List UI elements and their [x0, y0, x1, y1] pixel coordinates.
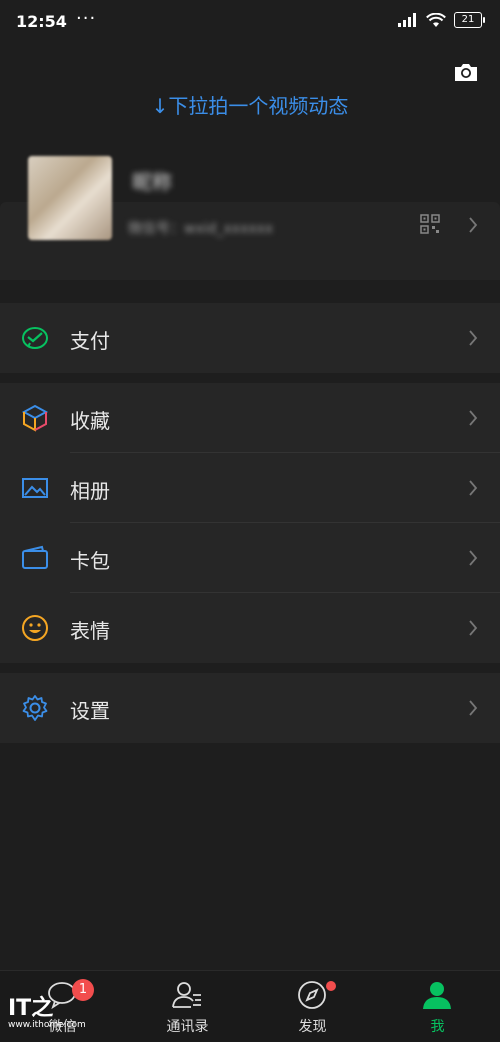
- pay-icon: [22, 327, 48, 349]
- contacts-icon: [172, 982, 201, 1008]
- watermark-logo: IT之: [8, 996, 54, 1021]
- status-more-dots: ···: [76, 8, 97, 29]
- profile-header[interactable]: 昵称 微信号：wxid_xxxxxx: [0, 150, 500, 280]
- profile-nickname: 昵称: [132, 170, 172, 194]
- menu-item-cards[interactable]: 卡包: [0, 523, 500, 593]
- chevron-right-icon: [469, 550, 478, 566]
- menu-group-settings: 设置: [0, 673, 500, 743]
- person-icon: [423, 982, 451, 1009]
- status-time: 12:54: [16, 12, 67, 31]
- compass-icon: [298, 981, 326, 1009]
- chevron-right-icon: [469, 217, 478, 233]
- menu-group-pay: 支付: [0, 303, 500, 373]
- cube-icon: [21, 404, 49, 432]
- tab-discover[interactable]: 发现: [250, 971, 375, 1042]
- new-dot-indicator: [326, 981, 336, 991]
- menu-item-label: 卡包: [70, 549, 110, 573]
- wifi-icon: [426, 12, 446, 27]
- menu-item-label: 收藏: [70, 409, 110, 433]
- menu-item-settings[interactable]: 设置: [0, 673, 500, 743]
- camera-icon[interactable]: [452, 58, 480, 86]
- tab-label: 通讯录: [166, 1019, 209, 1035]
- wallet-icon: [22, 545, 48, 569]
- tab-me[interactable]: 我: [375, 971, 500, 1042]
- chevron-right-icon: [469, 480, 478, 496]
- menu-item-label: 设置: [70, 699, 110, 723]
- ithome-watermark: IT之 www.ithome.com: [8, 996, 86, 1031]
- watermark-site: www.ithome.com: [8, 1020, 86, 1030]
- profile-wechat-id: 微信号：wxid_xxxxxx: [128, 221, 274, 237]
- battery-icon: 21: [454, 12, 485, 28]
- smiley-icon: [22, 615, 48, 641]
- chevron-right-icon: [469, 410, 478, 426]
- tab-label: 发现: [298, 1019, 327, 1035]
- chevron-right-icon: [469, 330, 478, 346]
- menu-item-pay[interactable]: 支付: [0, 303, 500, 373]
- pull-down-hint[interactable]: ↓下拉拍一个视频动态: [0, 90, 500, 119]
- gear-icon: [22, 695, 48, 721]
- signal-icon: [398, 13, 416, 27]
- chevron-right-icon: [469, 620, 478, 636]
- avatar[interactable]: [28, 156, 112, 240]
- chevron-right-icon: [469, 700, 478, 716]
- menu-item-stickers[interactable]: 表情: [0, 593, 500, 663]
- tab-contacts[interactable]: 通讯录: [125, 971, 250, 1042]
- menu-item-label: 相册: [70, 479, 110, 503]
- status-right: 21: [398, 12, 485, 28]
- menu-item-album[interactable]: 相册: [0, 453, 500, 523]
- menu-item-favorites[interactable]: 收藏: [0, 383, 500, 453]
- image-icon: [22, 478, 48, 498]
- tab-label: 我: [430, 1019, 445, 1035]
- menu-group-tools: 收藏 相册 卡包 表情: [0, 383, 500, 663]
- menu-item-label: 表情: [70, 619, 110, 643]
- qr-code-icon[interactable]: [420, 214, 440, 234]
- menu-item-label: 支付: [70, 329, 110, 353]
- status-bar: 12:54 ··· 21: [0, 0, 500, 44]
